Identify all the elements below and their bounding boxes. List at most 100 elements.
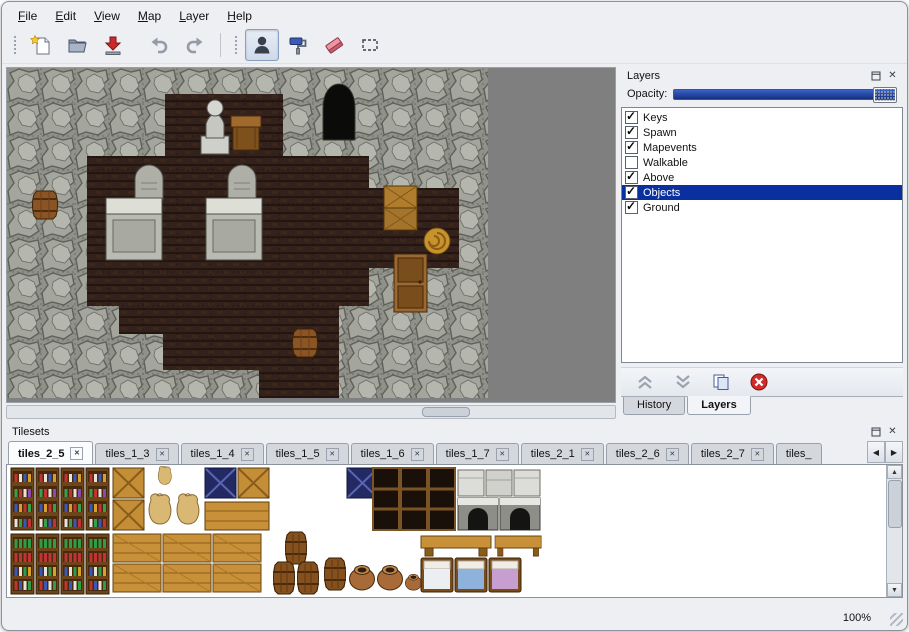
cave-entrance [323, 84, 355, 140]
select-tool-button[interactable] [353, 29, 387, 61]
layer-name: Ground [643, 202, 680, 214]
open-folder-icon [66, 34, 88, 56]
layer-name: Spawn [643, 127, 677, 139]
layer-row-spawn[interactable]: Spawn [622, 125, 902, 140]
layer-visibility-checkbox[interactable] [625, 156, 638, 169]
layer-visibility-checkbox[interactable] [625, 186, 638, 199]
layer-row-walkable[interactable]: Walkable [622, 155, 902, 170]
tileset-tab-tiles_2_6[interactable]: tiles_2_6 [606, 443, 689, 464]
fill-tool-icon [287, 34, 309, 56]
status-bar: 100% [2, 606, 907, 630]
toolbar-drag-handle[interactable] [12, 34, 18, 56]
tileset-tab-tiles_1_4[interactable]: tiles_1_4 [181, 443, 264, 464]
scroll-tabs-right-icon[interactable] [885, 441, 903, 463]
tilesets-panel-title: Tilesets [12, 426, 866, 438]
close-icon[interactable] [885, 69, 900, 83]
layer-visibility-checkbox[interactable] [625, 141, 638, 154]
move-layer-down-icon [673, 373, 693, 391]
tab-scroll-arrows [867, 441, 903, 463]
undo-button[interactable] [142, 29, 176, 61]
tileset-view [6, 464, 903, 598]
close-tab-icon[interactable] [70, 447, 83, 460]
layer-row-keys[interactable]: Keys [622, 110, 902, 125]
tileset-tab-tiles_2_5[interactable]: tiles_2_5 [8, 441, 93, 464]
menu-map[interactable]: Map [130, 7, 169, 25]
close-tab-icon[interactable] [156, 448, 169, 461]
layer-name: Walkable [643, 157, 688, 169]
tab-layers[interactable]: Layers [687, 396, 750, 415]
tileset-tab-tiles_1_5[interactable]: tiles_1_5 [266, 443, 349, 464]
layer-visibility-checkbox[interactable] [625, 111, 638, 124]
close-icon[interactable] [885, 425, 900, 439]
map-horizontal-scrollbar[interactable] [6, 405, 616, 419]
opacity-slider-handle[interactable] [873, 87, 897, 103]
barrel [293, 329, 318, 357]
scroll-down-icon[interactable] [887, 583, 902, 597]
eraser-tool-button[interactable] [317, 29, 351, 61]
layer-visibility-checkbox[interactable] [625, 126, 638, 139]
scrollbar-thumb[interactable] [422, 407, 470, 417]
tileset-tab-tiles_1_7[interactable]: tiles_1_7 [436, 443, 519, 464]
duplicate-layer-button[interactable] [709, 370, 733, 394]
save-button[interactable] [96, 29, 130, 61]
close-tab-icon[interactable] [411, 448, 424, 461]
close-tab-icon[interactable] [241, 448, 254, 461]
redo-button[interactable] [178, 29, 212, 61]
scroll-tabs-left-icon[interactable] [867, 441, 885, 463]
opacity-slider[interactable] [673, 89, 897, 100]
table [231, 116, 261, 150]
stamp-tool-button[interactable] [245, 29, 279, 61]
menu-layer[interactable]: Layer [171, 7, 217, 25]
layer-name: Above [643, 172, 674, 184]
tileset-vertical-scrollbar[interactable] [886, 465, 902, 597]
move-layer-down-button[interactable] [671, 370, 695, 394]
map-render[interactable] [7, 68, 488, 398]
scrollbar-thumb[interactable] [888, 480, 902, 528]
layer-visibility-checkbox[interactable] [625, 201, 638, 214]
move-layer-up-button[interactable] [633, 370, 657, 394]
close-tab-icon[interactable] [751, 448, 764, 461]
layer-row-above[interactable]: Above [622, 170, 902, 185]
new-map-button[interactable] [24, 29, 58, 61]
close-tab-icon[interactable] [666, 448, 679, 461]
menu-help[interactable]: Help [219, 7, 260, 25]
menu-edit[interactable]: Edit [47, 7, 84, 25]
crate-stack [384, 186, 417, 230]
eraser-tool-icon [323, 34, 345, 56]
layer-name: Objects [643, 187, 680, 199]
close-tab-icon[interactable] [496, 448, 509, 461]
scroll-up-icon[interactable] [887, 465, 902, 479]
stamp-tool-icon [251, 34, 273, 56]
close-tab-icon[interactable] [326, 448, 339, 461]
delete-layer-button[interactable] [747, 370, 771, 394]
layer-visibility-checkbox[interactable] [625, 171, 638, 184]
toolbar-separator [220, 33, 221, 57]
tileset-tab-tiles_2_7[interactable]: tiles_2_7 [691, 443, 774, 464]
tileset-image[interactable] [9, 466, 544, 596]
tab-history[interactable]: History [623, 397, 685, 415]
tileset-tab-partial[interactable]: tiles_ [776, 443, 822, 464]
map-editor-area [6, 67, 616, 419]
toolbar-drag-handle[interactable] [233, 34, 239, 56]
float-icon[interactable] [868, 69, 883, 83]
float-icon[interactable] [868, 425, 883, 439]
open-button[interactable] [60, 29, 94, 61]
tileset-tab-tiles_1_3[interactable]: tiles_1_3 [95, 443, 178, 464]
map-canvas[interactable] [6, 67, 616, 403]
cabinet [394, 254, 427, 312]
new-map-icon [30, 34, 52, 56]
menu-view[interactable]: View [86, 7, 128, 25]
menu-file[interactable]: File [10, 7, 45, 25]
move-layer-up-icon [635, 373, 655, 391]
zoom-level: 100% [843, 612, 871, 624]
resize-grip-icon[interactable] [890, 613, 903, 626]
tilesets-panel: Tilesets tiles_2_5 tiles_1_3 tiles_1_4 t… [6, 423, 903, 598]
layer-row-ground[interactable]: Ground [622, 200, 902, 215]
tileset-tab-tiles_1_6[interactable]: tiles_1_6 [351, 443, 434, 464]
tileset-tab-tiles_2_1[interactable]: tiles_2_1 [521, 443, 604, 464]
layer-row-mapevents[interactable]: Mapevents [622, 140, 902, 155]
fill-tool-button[interactable] [281, 29, 315, 61]
close-tab-icon[interactable] [581, 448, 594, 461]
layer-row-objects[interactable]: Objects [622, 185, 902, 200]
menu-bar: File Edit View Map Layer Help [2, 2, 907, 27]
